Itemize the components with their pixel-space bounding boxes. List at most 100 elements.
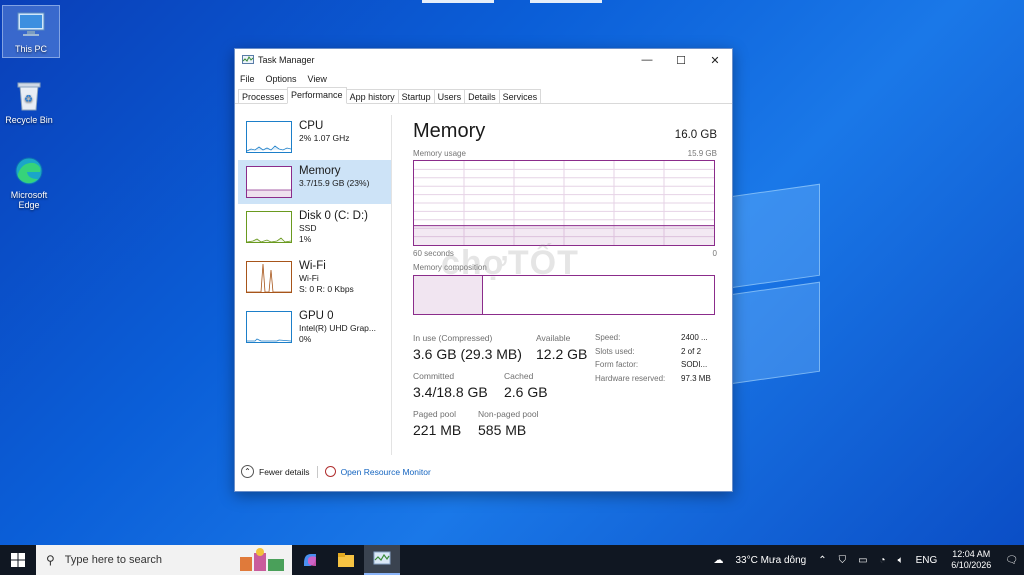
gpu-thumbnail-graph	[246, 311, 292, 343]
resource-name: Disk 0 (C: D:)	[299, 210, 368, 222]
stat-paged-pool: Paged pool 221 MB	[413, 409, 461, 438]
tab-details[interactable]: Details	[464, 89, 500, 103]
desktop: This PC ♻ Recycle Bin Microsoft Edge Tas…	[0, 0, 1024, 545]
weather-text[interactable]: 33°C Mưa dông	[735, 555, 806, 566]
resource-detail: 1%	[299, 234, 312, 244]
fewer-details-button[interactable]: Fewer details	[259, 467, 310, 477]
tab-startup[interactable]: Startup	[397, 89, 435, 103]
resource-detail: 0%	[299, 334, 312, 344]
detail-value: 97.3 MB	[681, 373, 711, 383]
task-manager-icon	[242, 55, 254, 64]
stat-label: Available	[536, 333, 571, 343]
stat-value: 585 MB	[478, 422, 527, 438]
desktop-icon-label: Microsoft Edge	[10, 190, 48, 210]
resource-item-gpu[interactable]: GPU 0 Intel(R) UHD Grap... 0%	[238, 305, 391, 349]
notification-icon[interactable]: 🗨︎	[1005, 555, 1018, 566]
wifi-thumbnail-graph	[246, 261, 292, 293]
close-icon[interactable]: ✕	[698, 49, 732, 71]
detail-value: 2 of 2	[681, 346, 702, 356]
clock-time: 12:04 AM	[952, 549, 991, 559]
stat-label: In use (Compressed)	[413, 333, 493, 343]
svg-text:♻: ♻	[24, 94, 33, 105]
resource-name: Memory	[299, 165, 341, 177]
system-tray: ☁ 33°C Mưa dông ⌃ ⛉ ▭ ◔ 🔈︎ ENG 12:04 AM …	[707, 545, 1024, 575]
minimize-icon[interactable]: —	[630, 49, 664, 71]
resource-item-memory[interactable]: Memory 3.7/15.9 GB (23%)	[238, 160, 391, 204]
tab-processes[interactable]: Processes	[238, 89, 289, 103]
chevron-up-icon[interactable]: ⌃	[241, 465, 254, 478]
clock-date: 6/10/2026	[951, 560, 992, 570]
desktop-icon-edge[interactable]: Microsoft Edge	[0, 155, 58, 210]
open-resource-monitor-link[interactable]: Open Resource Monitor	[341, 467, 431, 477]
memory-usage-chart	[414, 161, 714, 245]
resource-item-disk[interactable]: Disk 0 (C: D:) SSD 1%	[238, 205, 391, 249]
resource-monitor-icon	[324, 466, 336, 477]
menu-file[interactable]: File	[240, 74, 255, 84]
resource-item-wifi[interactable]: Wi-Fi Wi-Fi S: 0 R: 0 Kbps	[238, 255, 391, 299]
chevron-up-icon[interactable]: ⌃	[818, 555, 826, 566]
clock[interactable]: 12:04 AM 6/10/2026	[951, 549, 991, 571]
taskbar: ⚲ Type here to search ☁ 33°C Mưa dông ⌃ …	[0, 545, 1024, 575]
usage-max: 15.9 GB	[687, 149, 717, 158]
menu-options[interactable]: Options	[266, 74, 297, 84]
search-placeholder: Type here to search	[64, 554, 163, 566]
detail-row: Hardware reserved: 97.3 MB	[595, 374, 711, 388]
window-edge-top	[530, 0, 602, 3]
detail-value: SODI...	[681, 360, 708, 369]
memory-thumbnail-graph	[246, 166, 292, 198]
taskbar-file-explorer[interactable]	[328, 545, 364, 575]
disk-thumbnail-graph	[246, 211, 292, 243]
title-bar[interactable]: Task Manager — ☐ ✕	[235, 49, 732, 71]
stat-value: 2.6 GB	[504, 384, 548, 400]
taskbar-search[interactable]: ⚲ Type here to search	[36, 545, 292, 575]
detail-key: Hardware reserved:	[595, 373, 666, 383]
resource-detail: S: 0 R: 0 Kbps	[299, 284, 354, 294]
memory-details: Speed: 2400 ... Slots used: 2 of 2 Form fa…	[595, 333, 711, 387]
tab-performance[interactable]: Performance	[287, 87, 347, 104]
tab-services[interactable]: Services	[498, 89, 542, 103]
tab-strip: Processes Performance App history Startu…	[235, 87, 732, 104]
edge-icon	[12, 155, 46, 187]
desktop-icon-this-pc[interactable]: This PC	[2, 5, 60, 58]
desktop-icon-recycle-bin[interactable]: ♻ Recycle Bin	[0, 80, 58, 125]
weather-icon[interactable]: ☁	[713, 555, 723, 566]
copilot-icon	[304, 554, 316, 566]
usage-label: Memory usage	[413, 149, 466, 158]
window-edge-top	[422, 0, 494, 3]
detail-row: Form factor: SODI...	[595, 360, 711, 374]
time-right-label: 0	[712, 249, 717, 258]
language-indicator[interactable]: ENG	[916, 555, 938, 566]
stat-value: 3.4/18.8 GB	[413, 384, 488, 400]
battery-icon[interactable]: ▭	[858, 555, 867, 566]
tab-app-history[interactable]: App history	[345, 89, 399, 103]
stat-label: Cached	[504, 371, 534, 381]
tab-users[interactable]: Users	[433, 89, 466, 103]
windows-icon	[11, 553, 25, 567]
stat-available: Available 12.2 GB	[536, 333, 587, 362]
detail-key: Form factor:	[595, 360, 639, 369]
maximize-icon[interactable]: ☐	[664, 49, 698, 71]
taskbar-task-manager[interactable]	[364, 545, 400, 575]
search-highlight-icon	[240, 548, 284, 571]
window-footer: ⌃ Fewer details Open Resource Monitor	[241, 465, 431, 478]
resource-list: CPU 2% 1.07 GHz Memory 3.7/15.9 GB (23%)	[238, 115, 392, 455]
stat-non-paged-pool: Non-paged pool 585 MB	[478, 409, 539, 438]
network-icon[interactable]: ◔	[880, 555, 886, 566]
resource-item-cpu[interactable]: CPU 2% 1.07 GHz	[238, 115, 391, 159]
cpu-thumbnail-graph	[246, 121, 292, 153]
start-button[interactable]	[0, 545, 36, 575]
stat-committed: Committed 3.4/18.8 GB	[413, 371, 488, 400]
resource-name: CPU	[299, 120, 324, 132]
stat-value: 221 MB	[413, 422, 462, 438]
stat-label: Committed	[413, 371, 455, 381]
resource-detail: SSD	[299, 223, 317, 233]
security-icon[interactable]: ⛉	[839, 555, 847, 566]
memory-usage-graph	[413, 160, 715, 246]
taskbar-copilot[interactable]	[292, 545, 328, 575]
memory-total: 16.0 GB	[674, 129, 717, 141]
volume-icon[interactable]: 🔈︎	[898, 555, 904, 566]
desktop-icon-label: This PC	[14, 44, 47, 54]
resource-detail: Wi-Fi	[299, 273, 319, 283]
stat-label: Non-paged pool	[478, 409, 539, 419]
menu-view[interactable]: View	[308, 74, 327, 84]
